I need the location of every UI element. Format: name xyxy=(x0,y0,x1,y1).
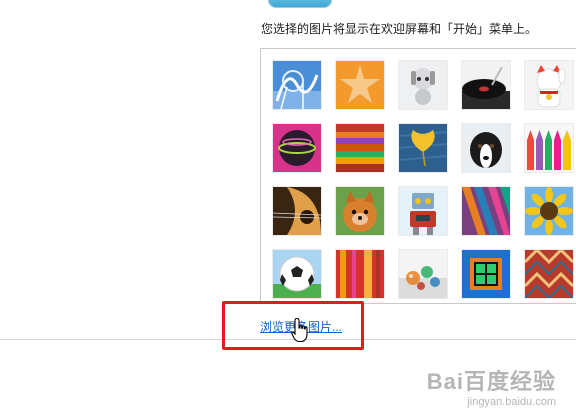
picture-soccer-ball[interactable] xyxy=(273,250,321,298)
hand-cursor-icon xyxy=(291,317,311,343)
picture-pomeranian[interactable] xyxy=(336,187,384,235)
picture-bowling-ball[interactable] xyxy=(273,124,321,172)
picture-lucky-cat[interactable] xyxy=(525,61,573,109)
picture-turntable[interactable] xyxy=(462,61,510,109)
watermark: Bai百度经验 jingyan.baidu.com xyxy=(427,364,556,408)
picture-toy-robot[interactable] xyxy=(399,187,447,235)
picture-border-collie[interactable] xyxy=(462,124,510,172)
picture-ginkgo-leaf[interactable] xyxy=(399,124,447,172)
picture-roller-coaster[interactable] xyxy=(273,61,321,109)
picture-description: 您选择的图片将显示在欢迎屏幕和「开始」菜单上。 xyxy=(261,22,538,36)
current-user-picture xyxy=(268,0,332,8)
watermark-brand: Bai百度经验 xyxy=(426,369,556,394)
picture-gallery xyxy=(260,48,576,304)
picture-green-window[interactable] xyxy=(462,250,510,298)
watermark-url: jingyan.baidu.com xyxy=(467,396,556,408)
picture-fabric-stripes[interactable] xyxy=(336,124,384,172)
picture-starfish[interactable] xyxy=(336,61,384,109)
picture-guitar[interactable] xyxy=(273,187,321,235)
picture-red-fabric[interactable] xyxy=(336,250,384,298)
picture-scarves[interactable] xyxy=(462,187,510,235)
picture-sunflower[interactable] xyxy=(525,187,573,235)
picture-crayons[interactable] xyxy=(525,124,573,172)
picture-robot-dog[interactable] xyxy=(399,61,447,109)
picture-woven-rug[interactable] xyxy=(525,250,573,298)
picture-marbles[interactable] xyxy=(399,250,447,298)
